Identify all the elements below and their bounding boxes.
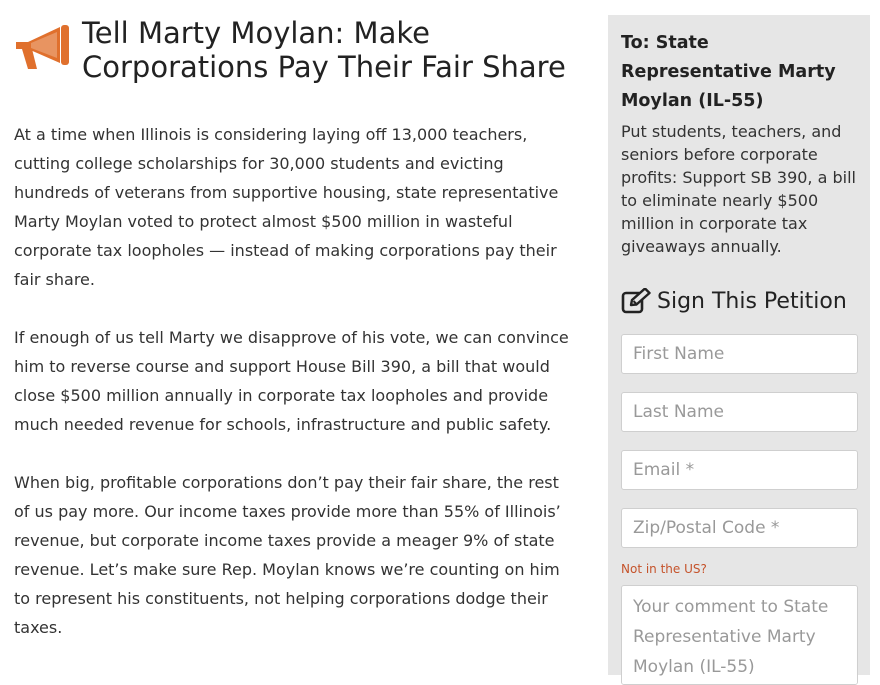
body-paragraph: When big, profitable corporations don’t … <box>14 473 561 637</box>
sign-heading-label: Sign This Petition <box>657 288 847 314</box>
page-title: Tell Marty Moylan: Make Corporations Pay… <box>82 16 566 84</box>
pencil-square-icon <box>621 288 651 314</box>
email-field[interactable] <box>621 450 858 490</box>
megaphone-icon <box>16 25 69 69</box>
petition-body: At a time when Illinois is considering l… <box>14 120 579 642</box>
first-name-field[interactable] <box>621 334 858 374</box>
petition-header: Tell Marty Moylan: Make Corporations Pay… <box>14 0 579 120</box>
not-in-us-link[interactable]: Not in the US? <box>621 562 858 576</box>
last-name-field[interactable] <box>621 392 858 432</box>
petition-main: Tell Marty Moylan: Make Corporations Pay… <box>14 0 579 671</box>
petition-summary: Put students, teachers, and seniors befo… <box>621 122 856 256</box>
body-paragraph: At a time when Illinois is considering l… <box>14 125 559 289</box>
body-paragraph: If enough of us tell Marty we disapprove… <box>14 328 569 434</box>
sign-heading: Sign This Petition <box>621 288 858 314</box>
zip-field[interactable] <box>621 508 858 548</box>
comment-field[interactable] <box>621 585 858 685</box>
petition-target: To: State Representative Marty Moylan (I… <box>621 33 836 111</box>
sign-petition-sidebar: To: State Representative Marty Moylan (I… <box>608 15 870 685</box>
